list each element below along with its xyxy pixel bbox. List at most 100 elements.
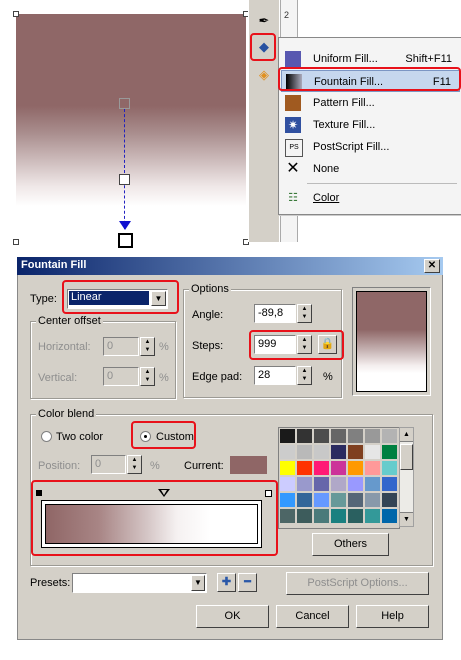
edgepad-unit: %	[323, 371, 333, 383]
palette-swatch[interactable]	[364, 508, 381, 524]
palette-swatch[interactable]	[347, 428, 364, 444]
current-color-swatch[interactable]	[230, 456, 267, 474]
horizontal-field[interactable]: 0	[103, 337, 139, 356]
gradient-midpoint-handle[interactable]	[119, 98, 130, 109]
palette-swatch[interactable]	[347, 476, 364, 492]
palette-swatch[interactable]	[313, 428, 330, 444]
palette-swatch[interactable]	[330, 492, 347, 508]
gradient-arrow	[119, 221, 131, 230]
palette-swatch[interactable]	[364, 444, 381, 460]
menu-item-color[interactable]: ☷ Color	[281, 187, 460, 209]
menu-item-label: Uniform Fill...	[313, 53, 378, 65]
palette-swatch[interactable]	[347, 444, 364, 460]
color-palette[interactable]	[278, 427, 400, 529]
palette-swatch[interactable]	[330, 460, 347, 476]
postscript-options-button[interactable]: PostScript Options...	[286, 572, 429, 595]
palette-swatch[interactable]	[381, 444, 398, 460]
two-color-label[interactable]: Two color	[56, 431, 103, 443]
menu-item-postscript-fill[interactable]: PS PostScript Fill...	[281, 136, 460, 158]
palette-swatch[interactable]	[313, 476, 330, 492]
dialog-title: Fountain Fill	[21, 259, 87, 271]
palette-swatch[interactable]	[364, 428, 381, 444]
palette-swatch[interactable]	[296, 428, 313, 444]
plus-icon: ✚	[221, 576, 232, 588]
palette-swatch[interactable]	[279, 428, 296, 444]
palette-swatch[interactable]	[381, 476, 398, 492]
menu-item-texture-fill[interactable]: ✷ Texture Fill...	[281, 114, 460, 136]
palette-swatch[interactable]	[381, 492, 398, 508]
position-percent: %	[150, 460, 160, 472]
cancel-button[interactable]: Cancel	[276, 605, 349, 628]
palette-grid	[279, 428, 399, 528]
palette-swatch[interactable]	[279, 460, 296, 476]
center-offset-group	[30, 321, 176, 399]
palette-swatch[interactable]	[330, 444, 347, 460]
horizontal-spinner[interactable]: ▲ ▼	[140, 337, 155, 356]
presets-chevron-down-icon[interactable]: ▼	[191, 575, 205, 591]
palette-swatch[interactable]	[313, 508, 330, 524]
palette-swatch[interactable]	[364, 460, 381, 476]
palette-swatch[interactable]	[330, 428, 347, 444]
others-button[interactable]: Others	[312, 533, 389, 556]
ok-button[interactable]: OK	[196, 605, 269, 628]
edgepad-spinner[interactable]: ▲ ▼	[297, 366, 312, 385]
palette-scrollbar[interactable]: ▲ ▼	[399, 427, 414, 527]
palette-swatch[interactable]	[313, 444, 330, 460]
palette-swatch[interactable]	[313, 492, 330, 508]
close-button[interactable]: ✕	[424, 259, 440, 273]
position-field[interactable]: 0	[91, 455, 126, 474]
palette-swatch[interactable]	[313, 460, 330, 476]
palette-swatch[interactable]	[347, 508, 364, 524]
gradient-end-handle[interactable]	[118, 233, 133, 248]
palette-swatch[interactable]	[381, 428, 398, 444]
presets-label: Presets:	[30, 577, 71, 589]
menu-item-none[interactable]: ✕ None	[281, 158, 460, 180]
scroll-down-icon[interactable]: ▼	[400, 512, 413, 526]
help-button[interactable]: Help	[356, 605, 429, 628]
palette-swatch[interactable]	[364, 476, 381, 492]
vertical-spinner[interactable]: ▲ ▼	[140, 367, 155, 386]
palette-swatch[interactable]	[279, 492, 296, 508]
palette-swatch[interactable]	[296, 476, 313, 492]
palette-swatch[interactable]	[296, 460, 313, 476]
vertical-field[interactable]: 0	[103, 367, 139, 386]
remove-preset-button[interactable]: ━	[238, 573, 257, 592]
palette-swatch[interactable]	[296, 492, 313, 508]
palette-swatch[interactable]	[364, 492, 381, 508]
outline-tool-icon[interactable]: ✒	[255, 12, 273, 30]
presets-select[interactable]	[72, 573, 207, 593]
gradient-vector-line	[124, 109, 125, 229]
palette-swatch[interactable]	[279, 444, 296, 460]
gradient-preview	[352, 287, 431, 396]
position-spinner[interactable]: ▲ ▼	[127, 455, 142, 474]
palette-swatch[interactable]	[347, 460, 364, 476]
none-icon: ✕	[286, 160, 300, 177]
two-color-radio[interactable]	[41, 431, 52, 442]
palette-swatch[interactable]	[279, 476, 296, 492]
palette-swatch[interactable]	[347, 492, 364, 508]
palette-swatch[interactable]	[296, 444, 313, 460]
palette-swatch[interactable]	[381, 508, 398, 524]
angle-field[interactable]: -89,8	[254, 304, 296, 323]
palette-swatch[interactable]	[381, 460, 398, 476]
edgepad-field[interactable]: 28	[254, 366, 296, 385]
vertical-label: Vertical:	[38, 372, 78, 384]
vertical-percent: %	[159, 372, 169, 384]
horizontal-percent: %	[159, 341, 169, 353]
selection-handle-bl[interactable]	[13, 239, 19, 245]
gradient-start-handle[interactable]	[119, 174, 130, 185]
angle-spinner[interactable]: ▲ ▼	[297, 304, 312, 323]
palette-swatch[interactable]	[279, 508, 296, 524]
steps-highlight	[249, 330, 344, 360]
selection-handle-tl[interactable]	[13, 11, 19, 17]
palette-swatch[interactable]	[330, 508, 347, 524]
menu-item-pattern-fill[interactable]: Pattern Fill...	[281, 92, 460, 114]
palette-swatch[interactable]	[296, 508, 313, 524]
gradient-object[interactable]	[16, 14, 246, 242]
scroll-up-icon[interactable]: ▲	[400, 428, 413, 442]
steps-label: Steps:	[192, 340, 224, 352]
scroll-thumb[interactable]	[400, 444, 413, 470]
add-preset-button[interactable]: ✚	[217, 573, 236, 592]
interactive-fill-icon[interactable]: ◈	[255, 66, 273, 84]
palette-swatch[interactable]	[330, 476, 347, 492]
